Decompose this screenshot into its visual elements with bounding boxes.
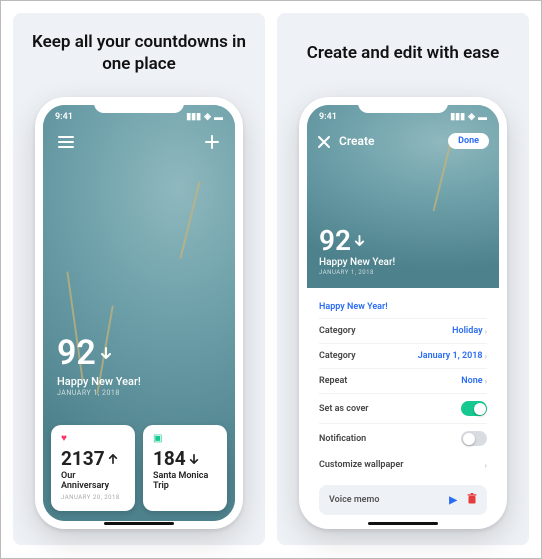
countdown-date: JANUARY 1, 2018: [319, 269, 395, 276]
countdown-label: Happy New Year!: [319, 257, 395, 268]
signal-icon: ▮▮▮: [450, 112, 465, 122]
home-indicator[interactable]: [104, 522, 174, 525]
row-set-as-cover: Set as cover: [319, 393, 487, 423]
menu-icon[interactable]: [57, 133, 75, 151]
notification-toggle[interactable]: [461, 431, 487, 446]
row-notification: Notification: [319, 423, 487, 453]
slide-title: Keep all your countdowns in one place: [13, 27, 265, 79]
calendar-icon: ▣: [153, 433, 217, 445]
countdown-preview: 92 Happy New Year! JANUARY 1, 2018: [319, 224, 395, 276]
card-number: 2137: [61, 447, 105, 470]
card-number: 184: [153, 447, 186, 470]
phone-mock-left: 9:41 ▮▮▮ ◈ ▬: [35, 97, 243, 529]
countdown-label: Happy New Year!: [57, 375, 141, 388]
voice-memo-label: Voice memo: [329, 495, 379, 505]
status-time: 9:41: [55, 112, 73, 122]
card-date: JANUARY 20, 2018: [61, 494, 125, 501]
wallpaper: 9:41 ▮▮▮ ◈ ▬: [43, 105, 235, 521]
home-indicator[interactable]: [368, 522, 438, 525]
countdown-card[interactable]: ▣ 184 Santa Monica Trip: [143, 425, 227, 511]
wifi-icon: ◈: [468, 112, 475, 122]
row-value: January 1, 2018: [418, 351, 483, 361]
customize-label: Customize wallpaper: [319, 460, 403, 470]
row-key: Set as cover: [319, 404, 369, 414]
cover-toggle[interactable]: [461, 401, 487, 416]
card-label: Santa Monica Trip: [153, 472, 217, 492]
row-category[interactable]: Category Holiday›: [319, 318, 487, 343]
countdown-number: 92: [57, 333, 96, 373]
featured-countdown[interactable]: 92 Happy New Year! JANUARY 1, 2018: [57, 333, 141, 397]
arrow-down-icon: [100, 347, 112, 359]
create-title: Create: [339, 134, 374, 148]
row-repeat[interactable]: Repeat None›: [319, 368, 487, 393]
row-key: Notification: [319, 434, 366, 444]
battery-icon: ▬: [214, 112, 223, 123]
row-value: Holiday: [452, 326, 482, 336]
status-time: 9:41: [319, 112, 337, 122]
row-value: None: [461, 376, 482, 386]
app-store-slide-left: Keep all your countdowns in one place 9:…: [13, 13, 265, 545]
card-label: Our Anniversary: [61, 472, 125, 492]
chevron-right-icon: ›: [485, 377, 487, 386]
app-store-slide-right: Create and edit with ease 9:41 ▮▮▮ ◈ ▬: [277, 13, 529, 545]
countdown-number: 92: [319, 224, 351, 257]
row-key: Repeat: [319, 376, 347, 386]
arrow-down-icon: [189, 454, 199, 464]
wifi-icon: ◈: [204, 112, 211, 122]
heart-icon: ♥: [61, 433, 125, 445]
chevron-right-icon: ›: [485, 461, 487, 470]
battery-icon: ▬: [478, 112, 487, 123]
done-button[interactable]: Done: [448, 133, 489, 149]
row-customize-wallpaper[interactable]: Customize wallpaper ›: [319, 453, 487, 477]
arrow-up-icon: [108, 454, 118, 464]
add-icon[interactable]: [203, 133, 221, 151]
row-key: Category: [319, 351, 356, 361]
row-date[interactable]: Category January 1, 2018›: [319, 343, 487, 368]
voice-memo-box: Voice memo ▶: [319, 485, 487, 515]
create-header: 9:41 ▮▮▮ ◈ ▬ Create Done 92: [307, 105, 499, 288]
row-key: Category: [319, 326, 356, 336]
countdown-card[interactable]: ♥ 2137 Our Anniversary JANUARY 20, 2018: [51, 425, 135, 511]
slide-title: Create and edit with ease: [291, 27, 516, 79]
play-icon[interactable]: ▶: [449, 495, 457, 506]
close-icon[interactable]: [317, 134, 331, 148]
arrow-down-icon: [354, 235, 365, 246]
chevron-right-icon: ›: [485, 327, 487, 336]
signal-icon: ▮▮▮: [186, 112, 201, 122]
chevron-right-icon: ›: [485, 352, 487, 361]
phone-mock-right: 9:41 ▮▮▮ ◈ ▬ Create Done 92: [299, 97, 507, 529]
trash-icon[interactable]: [467, 493, 477, 507]
name-field[interactable]: Happy New Year!: [319, 296, 487, 318]
countdown-date: JANUARY 1, 2018: [57, 389, 141, 397]
